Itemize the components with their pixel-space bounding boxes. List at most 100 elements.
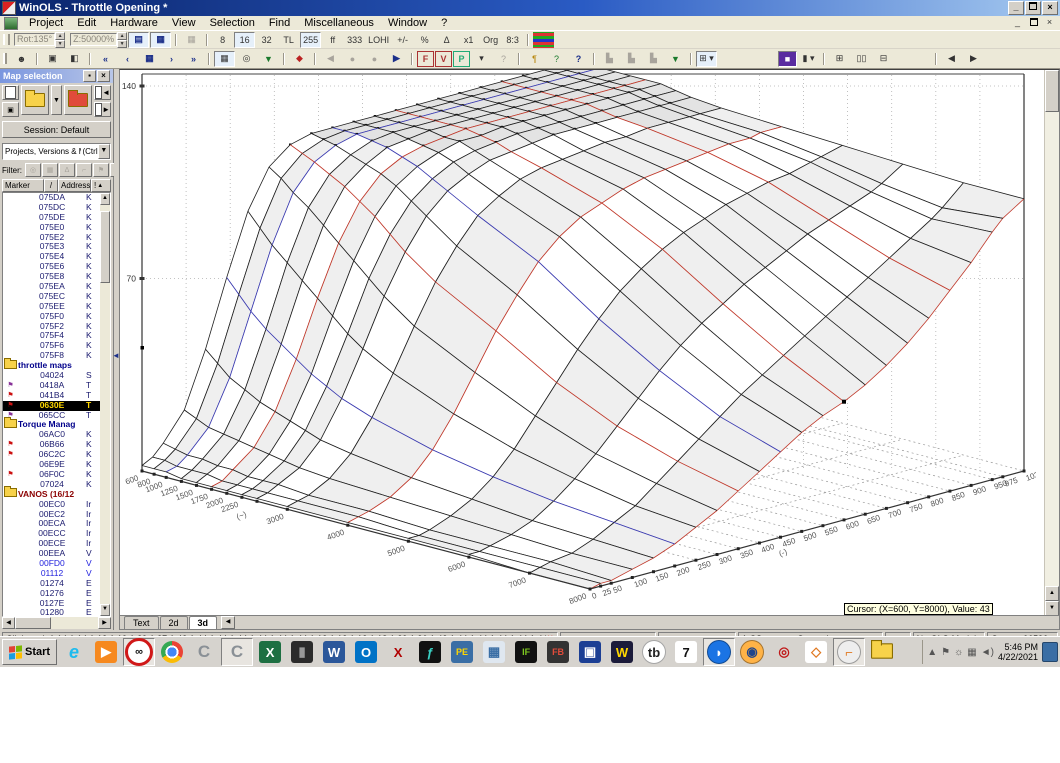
restore-button[interactable] xyxy=(1025,1,1041,15)
display-combo[interactable]: ⊞ ▾ xyxy=(696,50,717,67)
tab-2d[interactable]: 2d xyxy=(159,616,188,629)
filter-delta-button[interactable]: Δ xyxy=(59,163,75,177)
blue-cube-icon[interactable]: ▣ xyxy=(575,639,605,665)
rotation-value[interactable]: Rot:135° xyxy=(14,33,56,46)
map-list-vscrollbar[interactable]: ▲ ▼ xyxy=(100,193,110,616)
chip-fb-icon[interactable]: FB xyxy=(543,639,573,665)
last-map-button[interactable]: » xyxy=(183,51,204,67)
display-icon[interactable]: ▦ xyxy=(967,647,976,658)
menu-project[interactable]: Project xyxy=(22,17,70,29)
calculator-icon[interactable]: ▦ xyxy=(479,639,509,665)
chart-vscrollbar[interactable]: ▲ ▼ xyxy=(1044,70,1059,616)
lohi-button[interactable]: LOHI xyxy=(366,32,391,48)
gold-badge-icon[interactable]: ☼ xyxy=(954,647,963,658)
user-button[interactable]: ☻ xyxy=(11,51,32,67)
prev-window-button[interactable]: ◀ xyxy=(941,51,962,67)
pe-tool-icon[interactable]: PE xyxy=(447,639,477,665)
hex-editor-icon[interactable]: IF xyxy=(511,639,541,665)
mdi-restore-button[interactable] xyxy=(1027,17,1040,29)
zoom-spinner[interactable]: Z:50000% ▲ ▼ xyxy=(70,31,128,48)
dec-333-button[interactable]: 333 xyxy=(344,32,365,48)
menu-?[interactable]: ? xyxy=(434,17,454,29)
hidden-icons-chevron[interactable]: ▲ xyxy=(927,647,937,658)
folder-window-icon[interactable] xyxy=(867,639,897,665)
title-bar[interactable]: WinOLS - Throttle Opening * _ × xyxy=(0,0,1060,16)
open-project-dropdown[interactable]: ▼ xyxy=(50,85,63,115)
menu-selection[interactable]: Selection xyxy=(203,17,262,29)
toolbar-grip[interactable] xyxy=(3,34,10,45)
mdi-child-icon[interactable] xyxy=(4,16,18,30)
stats-a-button[interactable]: ▙ xyxy=(599,51,620,67)
window-restore-button[interactable]: ▣ xyxy=(42,51,63,67)
filter-neg-button[interactable]: ⌐ xyxy=(76,163,92,177)
rotation-spinner[interactable]: Rot:135° ▲ ▼ xyxy=(14,31,66,48)
shield-browser-icon[interactable]: ◉ xyxy=(737,639,767,665)
target-gear-icon[interactable]: ◎ xyxy=(769,639,799,665)
rotation-arrows[interactable]: ▲ ▼ xyxy=(55,31,66,48)
percent-mode-button[interactable]: P xyxy=(453,50,470,67)
scope-dropdown[interactable]: Projects, Versions & Maps: (Ctrl ▼ xyxy=(2,143,111,160)
color-fill-button[interactable]: ■ xyxy=(778,50,797,67)
first-map-button[interactable]: « xyxy=(95,51,116,67)
volume-icon[interactable]: ◄) xyxy=(981,647,994,658)
column-excl[interactable]: ! ▲ xyxy=(91,179,111,192)
new-project-button[interactable] xyxy=(2,85,19,100)
original-button[interactable]: Org xyxy=(480,32,501,48)
wrench-icon[interactable]: ⌐ xyxy=(833,638,866,666)
session-button[interactable]: Session: Default xyxy=(2,121,111,138)
mode-help-button[interactable]: ? xyxy=(493,51,514,67)
tab-scroll-left-button[interactable]: ◀ xyxy=(221,616,236,629)
dec-255-button[interactable]: 255 xyxy=(300,31,322,48)
text-mode-button[interactable]: TL xyxy=(278,32,299,48)
panel-close-button[interactable]: × xyxy=(97,70,110,82)
mdi-close-button[interactable]: × xyxy=(1043,17,1056,29)
media-player-icon[interactable]: ▶ xyxy=(91,639,121,665)
tunerpro-icon[interactable]: X xyxy=(383,639,413,665)
throttle-map-3d-chart[interactable]: 70 140 600 800 1000 1250 1500 1750 2000 2250 3000 4… xyxy=(120,61,1045,619)
factor-button[interactable]: F xyxy=(417,50,434,67)
show-desktop-button[interactable] xyxy=(1042,642,1058,662)
ols-tool-a-icon[interactable]: C xyxy=(189,639,219,665)
mdi-minimize-button[interactable]: _ xyxy=(1011,17,1024,29)
view-2d-button[interactable]: ▤ xyxy=(128,31,150,48)
insert-combo[interactable]: ▮ ▾ xyxy=(798,51,819,67)
map-list-hscrollbar[interactable]: ◀ ▶ xyxy=(2,617,111,629)
eprom-chip-icon[interactable]: ▮ xyxy=(287,639,317,665)
import-file-button[interactable]: ◄ xyxy=(94,85,112,100)
width-16bit-button[interactable]: 16 xyxy=(234,31,256,48)
next-window-button[interactable]: ▶ xyxy=(963,51,984,67)
tile-vertical-button[interactable]: ▯▯ xyxy=(851,51,872,67)
word-icon[interactable]: W xyxy=(319,639,349,665)
bookmark-button[interactable]: ¶ xyxy=(524,51,545,67)
forward-button[interactable]: ▶ xyxy=(386,51,407,67)
zoom-arrows[interactable]: ▲ ▼ xyxy=(117,31,128,48)
zoom-value[interactable]: Z:50000% xyxy=(70,33,118,46)
math-tool-icon[interactable]: ƒ xyxy=(415,639,445,665)
outlook-icon[interactable]: O xyxy=(351,639,381,665)
filter-binoculars-button[interactable]: ◎ xyxy=(25,163,41,177)
stats-b-button[interactable]: ▙ xyxy=(621,51,642,67)
map-grid-disabled-button[interactable]: ▦ xyxy=(181,32,202,48)
excel-icon[interactable]: X xyxy=(255,639,285,665)
scope-dropdown-arrow[interactable]: ▼ xyxy=(97,144,110,159)
column-marker[interactable]: Marker xyxy=(2,179,44,192)
menu-view[interactable]: View xyxy=(165,17,203,29)
cube-3d-icon[interactable]: ◇ xyxy=(801,639,831,665)
sign-button[interactable]: +/- xyxy=(392,32,413,48)
paste-green-button[interactable]: ▼ xyxy=(665,51,686,67)
race-seven-icon[interactable]: 7 xyxy=(671,639,701,665)
percent-button[interactable]: % xyxy=(414,32,435,48)
tb-circle-icon[interactable]: tb xyxy=(639,639,669,665)
chrome-icon[interactable] xyxy=(157,639,187,665)
w-lightning-icon[interactable]: W xyxy=(607,639,637,665)
taskbar-clock[interactable]: 5:46 PM 4/22/2021 xyxy=(998,642,1038,662)
filter-hex-button[interactable]: ▦ xyxy=(42,163,58,177)
ie-icon[interactable]: e xyxy=(59,639,89,665)
tile-button[interactable]: ⊞ xyxy=(829,51,850,67)
column-address[interactable]: Address xyxy=(58,179,91,192)
menu-find[interactable]: Find xyxy=(262,17,297,29)
prev-map-button[interactable]: ‹ xyxy=(117,51,138,67)
project-manager-button[interactable] xyxy=(64,85,93,115)
panel-pin-button[interactable]: ▪ xyxy=(83,70,96,82)
factor-1-button[interactable]: x1 xyxy=(458,32,479,48)
